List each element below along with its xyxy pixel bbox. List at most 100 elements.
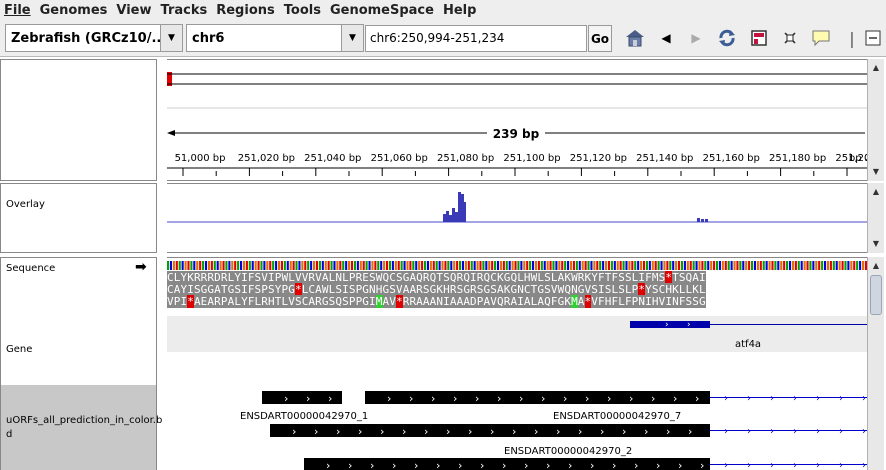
gene-name-label[interactable]: atf4a bbox=[735, 339, 761, 350]
chevron-down-icon: ▼ bbox=[160, 25, 182, 51]
strand-chevron-icon: › bbox=[284, 392, 288, 405]
menu-genomes[interactable]: Genomes bbox=[40, 3, 108, 18]
home-icon[interactable] bbox=[624, 27, 646, 49]
resize-icon[interactable] bbox=[779, 27, 801, 49]
nucleotide-base bbox=[523, 261, 526, 270]
nucleotide-base bbox=[605, 261, 608, 270]
strand-chevron-icon: › bbox=[358, 425, 362, 438]
ruler-scrollbar[interactable]: ▲ ▼ bbox=[867, 59, 884, 181]
nucleotide-base bbox=[774, 261, 777, 270]
refresh-icon[interactable] bbox=[716, 27, 738, 49]
menu-tracks[interactable]: Tracks bbox=[161, 3, 208, 18]
strand-chevron-icon: › bbox=[695, 392, 699, 405]
scroll-up-icon[interactable]: ▲ bbox=[868, 61, 884, 75]
strand-chevron-icon: › bbox=[314, 425, 318, 438]
chromosome-select[interactable]: chr6 ▼ bbox=[186, 24, 364, 52]
nucleotide-base bbox=[558, 261, 561, 270]
track-name-overlay[interactable]: Overlay bbox=[6, 199, 45, 210]
nucleotide-base bbox=[602, 261, 605, 270]
nucleotide-base bbox=[336, 261, 339, 270]
uorfs-track-selected[interactable]: uORFs_all_prediction_in_color.b d bbox=[1, 385, 162, 470]
strand-chevron-icon: › bbox=[862, 393, 866, 404]
nucleotide-base bbox=[388, 261, 392, 270]
strand-chevron-icon: › bbox=[568, 459, 572, 470]
scroll-up-icon[interactable]: ▲ bbox=[868, 185, 884, 199]
menu-view[interactable]: View bbox=[116, 3, 151, 18]
forward-arrow-icon[interactable]: ▶ bbox=[685, 27, 707, 49]
track-name-gene[interactable]: Gene bbox=[6, 344, 32, 355]
nucleotide-base bbox=[359, 261, 362, 270]
nucleotide-base bbox=[771, 261, 774, 270]
svg-text:›: › bbox=[665, 320, 669, 330]
ruler-ticks: 51,000 bp 251,020 bp 251,040 bp 251,060 bp 2… bbox=[175, 153, 867, 176]
locus-input[interactable]: chr6:250,994-251,234 bbox=[365, 25, 587, 52]
go-button[interactable]: Go bbox=[588, 25, 612, 52]
menu-file[interactable]: File bbox=[4, 3, 31, 18]
gene-feature[interactable]: › › bbox=[167, 316, 867, 356]
feature-panel[interactable]: CLYKRRRDRLYIFSVIPWLVVRVALNLPRESWQCSGAQRQ… bbox=[167, 257, 867, 470]
nucleotide-base bbox=[718, 261, 721, 270]
nucleotide-base bbox=[610, 261, 613, 270]
genome-select[interactable]: Zebrafish (GRCz10/... ▼ bbox=[5, 24, 183, 52]
nucleotide-base bbox=[178, 261, 181, 270]
ruler-tick-label: 251,140 bp bbox=[636, 153, 693, 164]
strand-chevron-icon: › bbox=[816, 460, 820, 470]
scroll-up-icon[interactable]: ▲ bbox=[868, 259, 884, 273]
nucleotide-base bbox=[593, 261, 596, 270]
nucleotide-base bbox=[441, 261, 444, 270]
ruler-panel[interactable]: 239 bp 51,000 bp 251,020 bp 251,040 bp 251,… bbox=[167, 59, 867, 181]
strand-arrow-icon[interactable]: ➡ bbox=[135, 259, 147, 275]
scroll-down-icon[interactable]: ▼ bbox=[868, 237, 884, 251]
strand-chevron-icon: › bbox=[370, 459, 374, 470]
nucleotide-base bbox=[683, 261, 686, 270]
overlay-scrollbar[interactable]: ▲ ▼ bbox=[867, 183, 884, 253]
strand-chevron-icon: › bbox=[622, 425, 626, 438]
popup-text-icon[interactable] bbox=[810, 27, 832, 49]
menu-regions[interactable]: Regions bbox=[216, 3, 275, 18]
back-arrow-icon[interactable]: ◀ bbox=[655, 27, 677, 49]
track-name-sequence[interactable]: Sequence bbox=[6, 263, 55, 274]
transcript-label-7[interactable]: ENSDART00000042970_7 bbox=[553, 411, 681, 422]
nucleotide-base bbox=[797, 261, 800, 270]
menu-genomespace[interactable]: GenomeSpace bbox=[330, 3, 434, 18]
transcript-label-1[interactable]: ENSDART00000042970_1 bbox=[240, 411, 368, 422]
scroll-down-icon[interactable]: ▼ bbox=[868, 165, 884, 179]
strand-chevron-icon: › bbox=[578, 425, 582, 438]
region-of-interest-icon[interactable] bbox=[748, 27, 770, 49]
ruler-tick-label: 251,080 bp bbox=[437, 153, 494, 164]
nucleotide-base bbox=[532, 261, 535, 270]
nucleotide-base bbox=[345, 261, 348, 270]
nucleotide-base bbox=[859, 261, 862, 270]
nucleotide-base bbox=[470, 261, 473, 270]
strand-chevron-icon: › bbox=[414, 459, 418, 470]
nucleotide-base bbox=[333, 261, 336, 270]
nucleotide-base bbox=[280, 261, 283, 270]
nucleotide-base bbox=[491, 261, 494, 270]
uorf-exon[interactable] bbox=[365, 391, 710, 404]
nucleotide-base bbox=[634, 261, 637, 270]
nucleotide-base bbox=[222, 261, 225, 270]
strand-chevron-icon: › bbox=[607, 392, 611, 405]
nucleotide-base bbox=[739, 261, 742, 270]
nucleotide-color-bar bbox=[167, 261, 867, 270]
overlay-panel[interactable] bbox=[167, 183, 867, 253]
nucleotide-base bbox=[245, 261, 248, 270]
strand-chevron-icon: › bbox=[475, 392, 479, 405]
menu-tools[interactable]: Tools bbox=[284, 3, 321, 18]
uorf-exon[interactable] bbox=[304, 458, 710, 470]
scroll-thumb[interactable] bbox=[870, 275, 882, 315]
uorf-features[interactable]: › › › › › › › › › › › › › › › › › › › › › › › › › › › › › › › › › › › › › › › ›… bbox=[167, 386, 867, 470]
nucleotide-base bbox=[400, 261, 403, 270]
nucleotide-base bbox=[204, 261, 208, 270]
strand-chevron-icon: › bbox=[747, 460, 751, 470]
nucleotide-base bbox=[575, 261, 578, 270]
nucleotide-base bbox=[482, 261, 485, 270]
nucleotide-base bbox=[304, 261, 307, 270]
strand-chevron-icon: › bbox=[747, 393, 751, 404]
menu-help[interactable]: Help bbox=[443, 3, 476, 18]
zoom-out-icon[interactable] bbox=[862, 27, 884, 49]
nucleotide-base bbox=[514, 261, 517, 270]
transcript-label-2[interactable]: ENSDART00000042970_2 bbox=[504, 446, 632, 457]
feature-scrollbar[interactable]: ▲ bbox=[867, 257, 884, 470]
nucleotide-base bbox=[569, 261, 573, 270]
